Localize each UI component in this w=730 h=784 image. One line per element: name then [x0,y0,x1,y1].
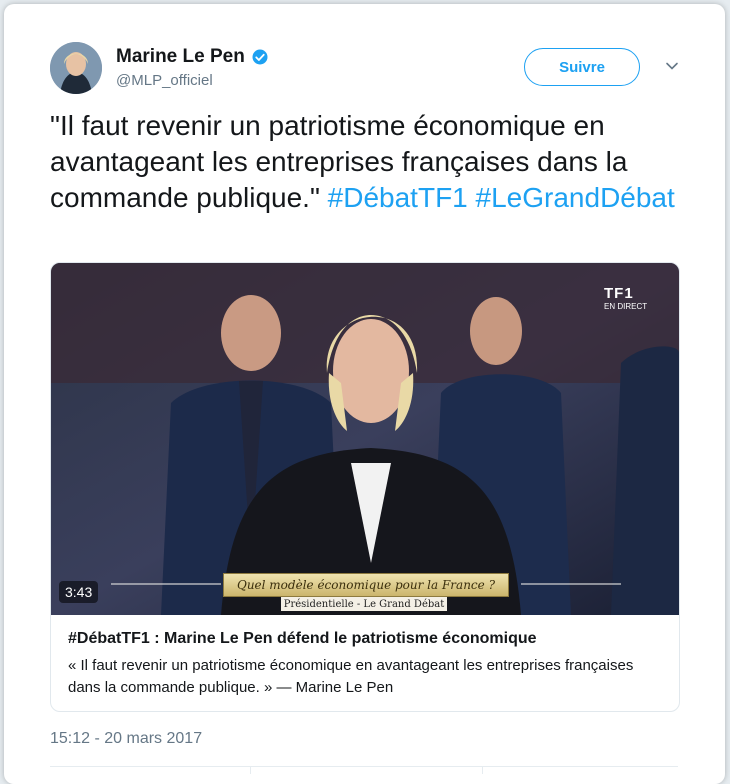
tweet-card: Marine Le Pen @MLP_officiel Suivre "Il f… [4,4,725,784]
video-thumbnail[interactable] [51,263,679,615]
author-handle[interactable]: @MLP_officiel [116,72,213,89]
chevron-down-icon[interactable] [664,58,680,74]
action-separator [250,766,251,774]
author-name[interactable]: Marine Le Pen [116,46,245,68]
follow-button[interactable]: Suivre [524,48,640,86]
author-name-row: Marine Le Pen [116,46,269,68]
tweet-timestamp[interactable]: 15:12 - 20 mars 2017 [50,730,202,748]
media-card-title[interactable]: #DébatTF1 : Marine Le Pen défend le patr… [68,629,664,649]
hashtag-debattf1[interactable]: #DébatTF1 [328,182,468,213]
avatar[interactable] [50,42,102,94]
tweet-header: Marine Le Pen @MLP_officiel Suivre [50,42,690,102]
divider [50,766,678,767]
video-duration: 3:43 [59,581,99,603]
media-card-description: « Il faut revenir un patriotisme économi… [68,657,634,696]
channel-logo: TF1 EN DIRECT [604,285,650,311]
lower-third-subtitle: Présidentielle - Le Grand Débat [281,597,447,611]
tf1-logo: TF1 [604,285,634,302]
lower-third-title: Quel modèle économique pour la France ? [223,573,509,597]
hashtag-legranddebat[interactable]: #LeGrandDébat [476,182,675,213]
action-separator [482,766,483,774]
tweet-text: "Il faut revenir un patriotisme économiq… [50,108,682,216]
media-card-body[interactable]: #DébatTF1 : Marine Le Pen défend le patr… [68,629,664,699]
live-label: EN DIRECT [604,302,648,311]
media-card[interactable]: TF1 EN DIRECT Quel modèle économique pou… [50,262,680,712]
verified-badge-icon [252,49,268,65]
